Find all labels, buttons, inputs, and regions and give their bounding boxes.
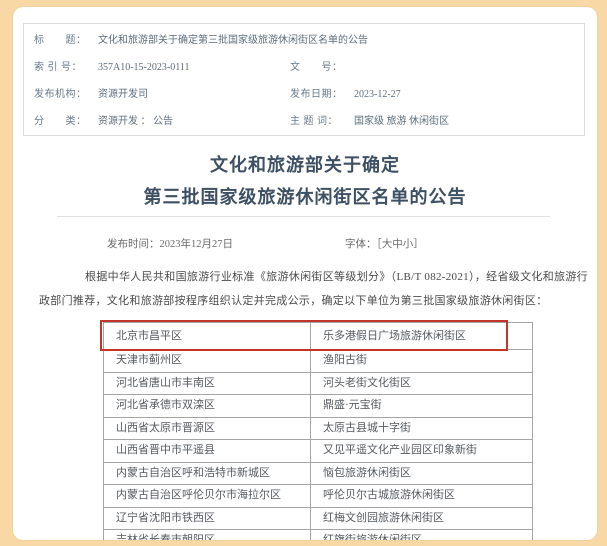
meta-row-category: 分 类： 资源开发 ： 公告 主 题 词： 国家级 旅游 休闲街区 — [24, 108, 584, 135]
publish-info-row: 发布时间：2023年12月27日 字体：［大中小］ — [13, 236, 597, 250]
district-cell: 河头老街文化街区 — [311, 372, 533, 395]
meta-pub-date-label: 发布日期： — [290, 81, 344, 108]
meta-row-index: 索 引 号： 357A10-15-2023-0111 文 号： — [24, 54, 584, 81]
table-row: 山西省晋中市平遥县 又见平遥文化产业园区印象新街 — [104, 440, 533, 463]
publish-time-label: 发布时间： — [107, 239, 160, 250]
street-district-table: 北京市昌平区 乐多港假日广场旅游休闲街区 天津市蓟州区 渔阳古街 河北省唐山市丰… — [103, 322, 533, 540]
meta-agency-label: 发布机构： — [34, 81, 88, 108]
meta-index-label: 索 引 号： — [34, 54, 88, 81]
table-row: 河北省承德市双滦区 鼎盛·元宝街 — [104, 395, 533, 418]
meta-field-pub-date: 发布日期： 2023-12-27 — [290, 81, 401, 108]
table-row: 河北省唐山市丰南区 河头老街文化街区 — [104, 372, 533, 395]
region-cell: 河北省唐山市丰南区 — [104, 372, 311, 395]
table-row: 北京市昌平区 乐多港假日广场旅游休闲街区 — [104, 323, 533, 350]
font-size-label: 字体： — [345, 239, 377, 250]
meta-row-agency: 发布机构： 资源开发司 发布日期： 2023-12-27 — [24, 81, 584, 108]
table-row: 天津市蓟州区 渔阳古街 — [104, 350, 533, 373]
meta-row-title: 标 题： 文化和旅游部关于确定第三批国家级旅游休闲街区名单的公告 — [24, 27, 584, 54]
table-row: 吉林省长春市朝阳区 红旗街旅游休闲街区 — [104, 530, 533, 541]
meta-title-label: 标 题： — [34, 27, 88, 54]
title-divider — [57, 216, 550, 217]
meta-field-agency: 发布机构： 资源开发司 — [24, 81, 148, 108]
district-cell: 红旗街旅游休闲街区 — [311, 530, 533, 541]
meta-title-value: 文化和旅游部关于确定第三批国家级旅游休闲街区名单的公告 — [98, 35, 368, 46]
meta-keywords-label: 主 题 词： — [290, 108, 344, 135]
metadata-box: 标 题： 文化和旅游部关于确定第三批国家级旅游休闲街区名单的公告 索 引 号： 35… — [23, 23, 585, 136]
district-cell: 恼包旅游休闲街区 — [311, 462, 533, 485]
meta-doc-no-label: 文 号： — [290, 54, 344, 81]
region-cell: 山西省晋中市平遥县 — [104, 440, 311, 463]
meta-category-label: 分 类： — [34, 108, 88, 135]
region-cell: 天津市蓟州区 — [104, 350, 311, 373]
street-district-table-wrap: 北京市昌平区 乐多港假日广场旅游休闲街区 天津市蓟州区 渔阳古街 河北省唐山市丰… — [103, 322, 506, 540]
district-cell: 又见平遥文化产业园区印象新街 — [311, 440, 533, 463]
meta-keywords-value: 国家级 旅游 休闲街区 — [354, 116, 449, 127]
page-title: 文化和旅游部关于确定 第三批国家级旅游休闲街区名单的公告 — [13, 149, 597, 213]
meta-field-index-no: 索 引 号： 357A10-15-2023-0111 — [24, 54, 189, 81]
meta-agency-value: 资源开发司 — [98, 89, 148, 100]
table-row: 内蒙古自治区呼和浩特市新城区 恼包旅游休闲街区 — [104, 462, 533, 485]
page-title-line1: 文化和旅游部关于确定 — [210, 155, 400, 175]
table-row: 内蒙古自治区呼伦贝尔市海拉尔区 呼伦贝尔古城旅游休闲街区 — [104, 485, 533, 508]
district-cell: 太原古县城十字街 — [311, 417, 533, 440]
meta-field-category: 分 类： 资源开发 ： 公告 — [24, 108, 173, 135]
region-cell: 吉林省长春市朝阳区 — [104, 530, 311, 541]
district-cell: 渔阳古街 — [311, 350, 533, 373]
table-row: 山西省太原市晋源区 太原古县城十字街 — [104, 417, 533, 440]
region-cell: 内蒙古自治区呼伦贝尔市海拉尔区 — [104, 485, 311, 508]
announcement-paragraph: 根据中华人民共和国旅游行业标准《旅游休闲街区等级划分》（LB/T 082-202… — [39, 265, 588, 313]
font-size-options[interactable]: ［大中小］ — [377, 239, 424, 250]
region-cell: 北京市昌平区 — [104, 323, 311, 350]
meta-category-value: 资源开发 ： 公告 — [98, 116, 173, 127]
meta-pub-date-value: 2023-12-27 — [354, 89, 401, 100]
meta-field-doc-no: 文 号： — [290, 54, 354, 81]
meta-index-value: 357A10-15-2023-0111 — [98, 62, 189, 73]
district-cell: 鼎盛·元宝街 — [311, 395, 533, 418]
region-cell: 山西省太原市晋源区 — [104, 417, 311, 440]
font-size-switcher[interactable]: 字体：［大中小］ — [345, 236, 424, 251]
region-cell: 辽宁省沈阳市铁西区 — [104, 507, 311, 530]
meta-field-keywords: 主 题 词： 国家级 旅游 休闲街区 — [290, 108, 449, 135]
meta-field-title: 标 题： 文化和旅游部关于确定第三批国家级旅游休闲街区名单的公告 — [24, 27, 368, 54]
district-cell: 红梅文创园旅游休闲街区 — [311, 507, 533, 530]
publish-time: 发布时间：2023年12月27日 — [107, 236, 233, 251]
region-cell: 河北省承德市双滦区 — [104, 395, 311, 418]
page-title-line2: 第三批国家级旅游休闲街区名单的公告 — [144, 187, 467, 207]
table-row: 辽宁省沈阳市铁西区 红梅文创园旅游休闲街区 — [104, 507, 533, 530]
district-cell: 乐多港假日广场旅游休闲街区 — [311, 323, 533, 350]
publish-time-value: 2023年12月27日 — [160, 239, 234, 250]
district-cell: 呼伦贝尔古城旅游休闲街区 — [311, 485, 533, 508]
region-cell: 内蒙古自治区呼和浩特市新城区 — [104, 462, 311, 485]
document-card: 标 题：文化和旅游部关于确定第三批国家级旅游休闲街区名单的公告 索 引 号：35… — [13, 7, 597, 540]
